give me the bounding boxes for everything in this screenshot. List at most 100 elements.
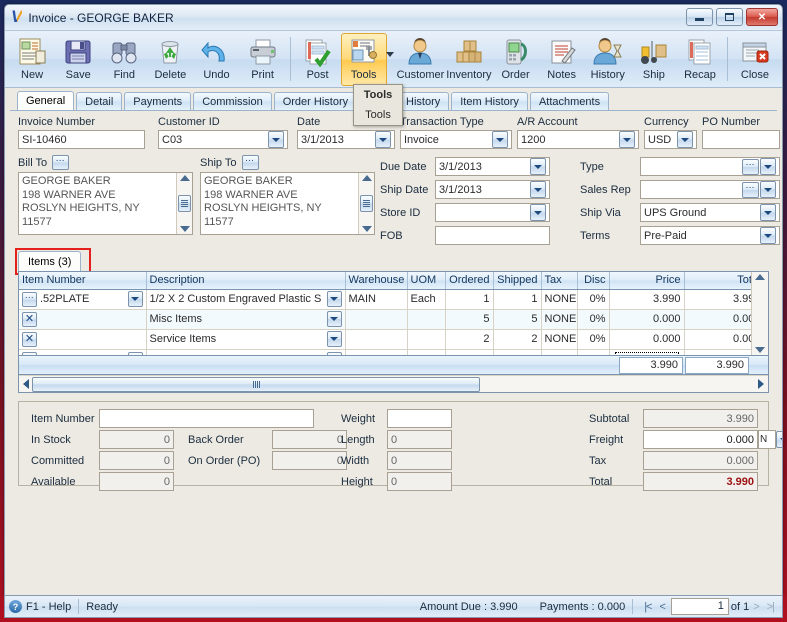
fob-input[interactable] (435, 226, 550, 245)
cell-item-number[interactable]: ✕ (19, 329, 147, 350)
tab-item-history[interactable]: Item History (451, 92, 528, 110)
cell-disc[interactable]: 0% (577, 309, 610, 330)
sales-rep-combo[interactable]: ⋯ (640, 180, 780, 199)
cell-price[interactable]: 3.990 (609, 289, 685, 310)
po-number-input[interactable] (702, 130, 780, 149)
cell-warehouse[interactable] (345, 329, 408, 350)
cell-disc[interactable]: 0% (577, 289, 610, 310)
cell-uom[interactable] (407, 329, 446, 350)
due-date-combo[interactable]: 3/1/2013 (435, 157, 550, 176)
toolbar-undo[interactable]: Undo (193, 33, 239, 86)
cell-dropdown-button[interactable] (326, 311, 342, 327)
minimize-button[interactable] (686, 8, 713, 26)
tools-popup-item[interactable]: Tools (354, 105, 402, 125)
cell-total[interactable]: 0.000 (684, 329, 751, 350)
scroll-down-icon[interactable] (361, 226, 372, 232)
freight-input[interactable]: 0.000 (643, 430, 758, 449)
cell-uom[interactable] (407, 309, 446, 330)
cell-tax[interactable]: NONE (541, 329, 578, 350)
cell-price[interactable]: 0.000 (609, 329, 685, 350)
close-button[interactable]: ✕ (746, 8, 778, 26)
cell-ordered[interactable]: 1 (445, 289, 494, 310)
scroll-down-icon[interactable] (755, 347, 765, 353)
toolbar-tools[interactable]: Tools (340, 33, 394, 86)
toolbar-new[interactable]: New (9, 33, 55, 86)
col-description[interactable]: Description (146, 272, 346, 290)
bill-to-address-box[interactable]: GEORGE BAKER 198 WARNER AVE ROSLYN HEIGH… (18, 172, 193, 235)
due-date-dropdown-button[interactable] (530, 158, 546, 175)
col-price[interactable]: Price (609, 272, 685, 290)
toolbar-ship[interactable]: Ship (631, 33, 677, 86)
store-id-dropdown-button[interactable] (530, 204, 546, 221)
ship-to-lookup-button[interactable]: ⋯ (241, 155, 259, 170)
hscroll-track[interactable] (32, 376, 755, 392)
toolbar-close[interactable]: Close (732, 33, 778, 86)
cell-tax[interactable]: NONE (541, 309, 578, 330)
cell-price[interactable]: 0.000 (609, 309, 685, 330)
cell-shipped[interactable]: 2 (493, 329, 542, 350)
toolbar-order[interactable]: Order (493, 33, 539, 86)
toolbar-delete[interactable]: Delete (147, 33, 193, 86)
type-combo[interactable]: ⋯ (640, 157, 780, 176)
table-row[interactable]: ⋯ .52PLATE 1/2 X 2 Custom Engraved Plast… (19, 289, 751, 310)
cell-shipped[interactable]: 5 (493, 309, 542, 330)
customer-id-dropdown-button[interactable] (268, 131, 284, 148)
bill-to-lookup-button[interactable]: ⋯ (52, 155, 70, 170)
type-dropdown-button[interactable] (760, 158, 776, 175)
restore-button[interactable] (716, 8, 743, 26)
scroll-thumb[interactable] (360, 195, 373, 212)
cell-total[interactable]: 3.990 (684, 289, 751, 310)
terms-dropdown-button[interactable] (760, 227, 776, 244)
tools-dropdown-popup[interactable]: Tools Tools (353, 84, 403, 126)
toolbar-post[interactable]: Post (295, 33, 341, 86)
cell-tax[interactable]: NONE (541, 289, 578, 310)
grid-vertical-scrollbar[interactable] (751, 272, 768, 355)
first-record-button[interactable]: |< (640, 601, 655, 613)
row-delete-button[interactable]: ✕ (22, 331, 37, 347)
sales-rep-dropdown-button[interactable] (760, 181, 776, 198)
scroll-up-icon[interactable] (179, 175, 190, 181)
customer-id-combo[interactable]: C03 (158, 130, 288, 149)
date-dropdown-button[interactable] (375, 131, 391, 148)
cell-description[interactable]: Service Items (146, 329, 346, 350)
transaction-type-dropdown-button[interactable] (492, 131, 508, 148)
cell-warehouse[interactable] (345, 309, 408, 330)
cell-disc[interactable]: 0% (577, 329, 610, 350)
cell-dropdown-button[interactable] (127, 291, 143, 307)
ar-account-dropdown-button[interactable] (619, 131, 635, 148)
col-shipped[interactable]: Shipped (493, 272, 542, 290)
ship-date-dropdown-button[interactable] (530, 181, 546, 198)
cell-ordered[interactable]: 5 (445, 309, 494, 330)
cell-description[interactable]: 1/2 X 2 Custom Engraved Plastic S (146, 289, 346, 310)
chevron-down-icon[interactable] (385, 52, 394, 57)
col-disc[interactable]: Disc (577, 272, 610, 290)
ship-date-combo[interactable]: 3/1/2013 (435, 180, 550, 199)
date-combo[interactable]: 3/1/2013 (297, 130, 395, 149)
prev-record-button[interactable]: < (655, 601, 668, 613)
tab-detail[interactable]: Detail (76, 92, 123, 110)
items-tab[interactable]: Items (3) (18, 251, 82, 271)
ship-via-combo[interactable]: UPS Ground (640, 203, 780, 222)
cell-ordered[interactable]: 2 (445, 329, 494, 350)
cell-item-number[interactable]: ⋯ .52PLATE (19, 289, 147, 310)
scroll-down-icon[interactable] (179, 226, 190, 232)
store-id-combo[interactable] (435, 203, 550, 222)
invoice-number-input[interactable]: SI-10460 (18, 130, 145, 149)
scroll-up-icon[interactable] (755, 274, 765, 280)
cell-warehouse[interactable]: MAIN (345, 289, 408, 310)
cell-dropdown-button[interactable] (326, 331, 342, 347)
tab-commission[interactable]: Commission (193, 92, 272, 110)
toolbar-print[interactable]: Print (240, 33, 286, 86)
freight-type-dropdown-button[interactable] (776, 431, 782, 448)
terms-combo[interactable]: Pre-Paid (640, 226, 780, 245)
detail-item-number-input[interactable] (99, 409, 314, 428)
cell-shipped[interactable]: 1 (493, 289, 542, 310)
toolbar-find[interactable]: Find (101, 33, 147, 86)
type-lookup-button[interactable]: ⋯ (742, 158, 759, 175)
scroll-left-icon[interactable] (23, 379, 29, 389)
scroll-thumb[interactable] (178, 195, 191, 212)
next-record-button[interactable]: > (749, 601, 762, 613)
sales-rep-lookup-button[interactable]: ⋯ (742, 181, 759, 198)
toolbar-recap[interactable]: Recap (677, 33, 723, 86)
last-record-button[interactable]: >| (763, 601, 778, 613)
